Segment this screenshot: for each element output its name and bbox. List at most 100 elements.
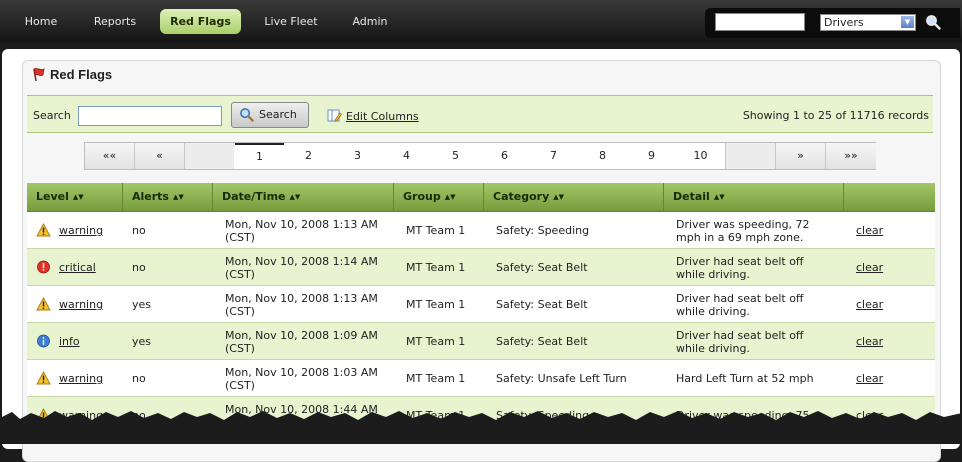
nav-home[interactable]: Home <box>14 9 68 34</box>
category-cell: Safety: Unsafe Left Turn <box>496 372 627 385</box>
timezone-line: (CST) <box>225 268 255 281</box>
detail-cell: Driver had seat belt off while driving. <box>676 255 804 281</box>
level-link[interactable]: info <box>59 335 80 348</box>
column-header-level[interactable]: Level ▲▼ <box>27 183 123 211</box>
sort-icon: ▲▼ <box>172 193 184 201</box>
detail-line: Driver was speeding, 72 <box>676 218 810 231</box>
column-header-label: Category <box>493 190 550 203</box>
warning-icon <box>36 371 51 385</box>
nav-reports[interactable]: Reports <box>84 9 146 34</box>
clear-link[interactable]: clear <box>856 298 883 311</box>
filter-bar: Search Search Edit Columns Showing 1 to … <box>27 95 933 133</box>
detail-line: while driving. <box>676 305 750 318</box>
alerts-cell: yes <box>132 335 152 348</box>
column-header-actions <box>844 183 935 211</box>
edit-columns-link[interactable]: Edit Columns <box>327 108 419 123</box>
search-button[interactable]: Search <box>231 102 309 128</box>
records-count: Showing 1 to 25 of 11716 records <box>742 109 929 122</box>
sort-icon: ▲▼ <box>553 193 565 201</box>
page-1[interactable]: 1 <box>235 143 284 171</box>
detail-line: while driving. <box>676 342 750 355</box>
red-flag-icon <box>33 68 45 82</box>
level-link[interactable]: warning <box>59 298 103 311</box>
search-type-select[interactable]: Drivers ▼ <box>820 14 916 31</box>
group-cell: MT Team 1 <box>406 335 466 348</box>
detail-cell: Driver had seat belt off while driving. <box>676 329 804 355</box>
datetime-line: Mon, Nov 10, 2008 1:13 AM <box>225 292 378 305</box>
level-link[interactable]: warning <box>59 372 103 385</box>
column-header-datetime[interactable]: Date/Time ▲▼ <box>213 183 394 211</box>
page-title-text: Red Flags <box>50 67 113 82</box>
critical-icon <box>36 260 51 274</box>
torn-edge <box>0 411 962 444</box>
search-input[interactable] <box>78 106 222 126</box>
clear-link[interactable]: clear <box>856 261 883 274</box>
detail-line: Hard Left Turn at 52 mph <box>676 372 814 385</box>
level-link[interactable]: warning <box>59 224 103 237</box>
page-3[interactable]: 3 <box>333 143 382 169</box>
prev-page-button[interactable]: « <box>135 143 185 169</box>
search-button-label: Search <box>259 108 297 121</box>
detail-cell: Driver was speeding, 72 mph in a 69 mph z… <box>676 218 810 244</box>
column-header-detail[interactable]: Detail ▲▼ <box>664 183 844 211</box>
global-search-input[interactable] <box>715 13 805 31</box>
datetime-line: Mon, Nov 10, 2008 1:13 AM <box>225 218 378 231</box>
page-8[interactable]: 8 <box>578 143 627 169</box>
category-cell: Safety: Seat Belt <box>496 298 588 311</box>
edit-columns-label: Edit Columns <box>346 110 419 123</box>
timezone-line: (CST) <box>225 231 255 244</box>
category-cell: Safety: Seat Belt <box>496 335 588 348</box>
top-nav-bar: Home Reports Red Flags Live Fleet Admin … <box>0 0 962 42</box>
last-page-button[interactable]: »» <box>825 143 876 169</box>
pager-spacer <box>725 143 776 169</box>
table-row: warning no Mon, Nov 10, 2008 1:13 AM (CST) M… <box>27 212 935 249</box>
detail-line: while driving. <box>676 268 750 281</box>
clear-link[interactable]: clear <box>856 372 883 385</box>
page-5[interactable]: 5 <box>431 143 480 169</box>
red-flags-panel: Red Flags Search Search Edit Columns Sho… <box>22 60 941 462</box>
level-link[interactable]: critical <box>59 261 96 274</box>
search-icon[interactable] <box>925 14 941 30</box>
group-cell: MT Team 1 <box>406 298 466 311</box>
nav-admin[interactable]: Admin <box>344 9 396 34</box>
sort-icon: ▲▼ <box>444 193 456 201</box>
column-header-label: Group <box>403 190 441 203</box>
clear-link[interactable]: clear <box>856 224 883 237</box>
first-page-button[interactable]: «« <box>85 143 135 169</box>
group-cell: MT Team 1 <box>406 261 466 274</box>
datetime-line: Mon, Nov 10, 2008 1:14 AM <box>225 255 378 268</box>
next-page-button[interactable]: » <box>775 143 825 169</box>
alerts-cell: no <box>132 372 146 385</box>
info-icon <box>36 334 51 348</box>
sort-icon: ▲▼ <box>713 193 725 201</box>
column-header-label: Date/Time <box>222 190 286 203</box>
warning-icon <box>36 297 51 311</box>
detail-line: Driver had seat belt off <box>676 329 804 342</box>
nav-live-fleet[interactable]: Live Fleet <box>254 9 328 34</box>
detail-line: Driver had seat belt off <box>676 292 804 305</box>
sort-icon: ▲▼ <box>289 193 301 201</box>
page-4[interactable]: 4 <box>382 143 431 169</box>
column-header-category[interactable]: Category ▲▼ <box>484 183 664 211</box>
alerts-cell: no <box>132 261 146 274</box>
search-label: Search <box>33 109 71 122</box>
timezone-line: (CST) <box>225 342 255 355</box>
clear-link[interactable]: clear <box>856 335 883 348</box>
search-icon <box>240 108 254 122</box>
page-7[interactable]: 7 <box>529 143 578 169</box>
page-2[interactable]: 2 <box>284 143 333 169</box>
page-9[interactable]: 9 <box>627 143 676 169</box>
group-cell: MT Team 1 <box>406 224 466 237</box>
table-row: warning yes Mon, Nov 10, 2008 1:13 AM (CST)… <box>27 286 935 323</box>
column-header-group[interactable]: Group ▲▼ <box>394 183 484 211</box>
datetime-cell: Mon, Nov 10, 2008 1:13 AM (CST) <box>225 292 378 318</box>
warning-icon <box>36 223 51 237</box>
search-type-value: Drivers <box>824 16 864 29</box>
nav-red-flags[interactable]: Red Flags <box>160 9 241 34</box>
column-header-alerts[interactable]: Alerts ▲▼ <box>123 183 213 211</box>
page-10[interactable]: 10 <box>676 143 725 169</box>
datetime-cell: Mon, Nov 10, 2008 1:03 AM (CST) <box>225 366 378 392</box>
category-cell: Safety: Speeding <box>496 224 590 237</box>
page-6[interactable]: 6 <box>480 143 529 169</box>
table-row: info yes Mon, Nov 10, 2008 1:09 AM (CST) MT … <box>27 323 935 360</box>
